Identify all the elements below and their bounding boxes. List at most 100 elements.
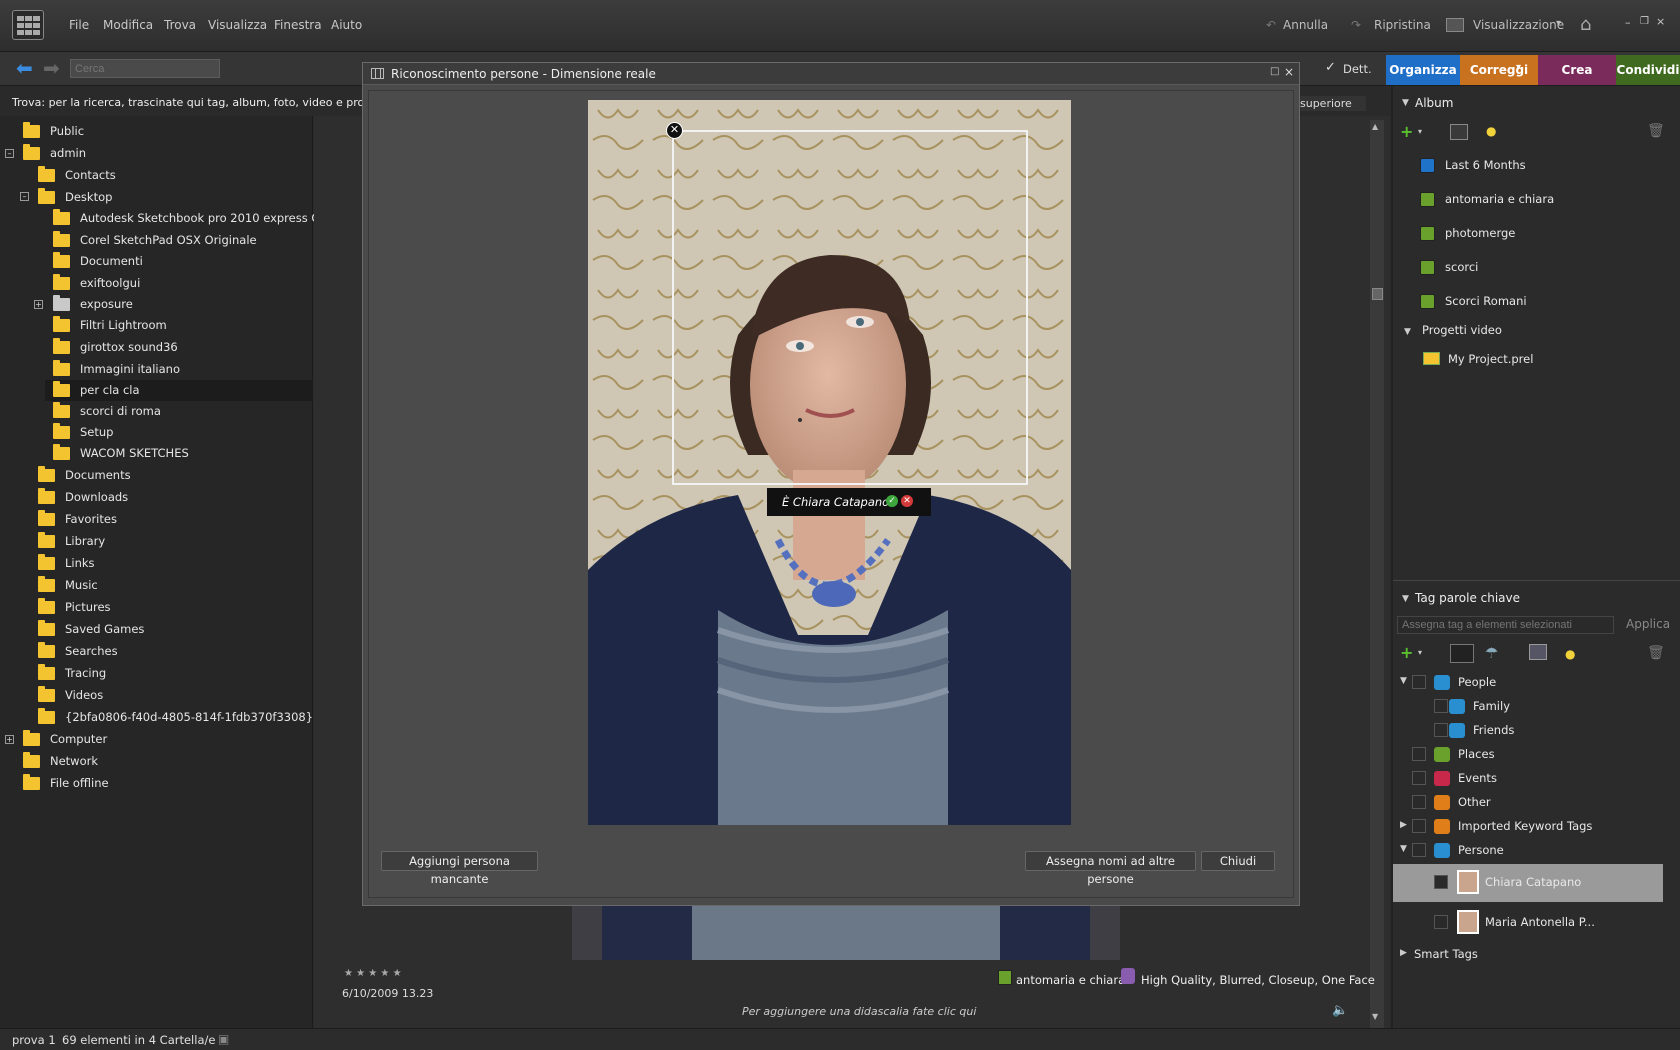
dialog-close-icon[interactable]: × xyxy=(1284,65,1294,79)
tree-item[interactable]: scorci di roma xyxy=(53,401,161,421)
scroll-down-icon[interactable]: ▼ xyxy=(1372,1012,1378,1021)
delete-tag-icon[interactable]: 🗑 xyxy=(1647,645,1665,661)
tab-correggi[interactable]: Correggi xyxy=(1460,55,1538,85)
tree-item[interactable]: Pictures xyxy=(38,597,111,617)
album-item[interactable]: antomaria e chiara xyxy=(1420,188,1554,210)
tag-checkbox[interactable] xyxy=(1412,843,1426,857)
tag-item[interactable]: Other xyxy=(1434,791,1491,813)
tree-item[interactable]: Videos xyxy=(38,685,103,705)
confirm-check-icon[interactable]: ✓ xyxy=(886,495,898,507)
photo-tags[interactable]: High Quality, Blurred, Closeup, One Face xyxy=(1141,973,1375,987)
tag-checkbox[interactable] xyxy=(1434,915,1448,929)
view-dropdown-icon[interactable]: ▾ xyxy=(1556,18,1561,29)
video-group-expand-icon[interactable]: ▼ xyxy=(1404,327,1411,337)
tag-checkbox[interactable] xyxy=(1412,771,1426,785)
tag-checkbox[interactable] xyxy=(1434,723,1448,737)
umbrella-icon[interactable]: ☂ xyxy=(1485,644,1498,662)
tag-expander-icon[interactable]: ▶ xyxy=(1400,948,1407,958)
delete-album-icon[interactable]: 🗑 xyxy=(1647,123,1665,139)
panel-divider[interactable] xyxy=(1393,580,1680,581)
app-grid-icon[interactable] xyxy=(12,10,44,40)
tag-checkbox[interactable] xyxy=(1434,875,1448,889)
tab-crea[interactable]: Crea xyxy=(1538,55,1616,85)
tree-item[interactable]: Public xyxy=(23,121,84,141)
caption-prompt[interactable]: Per aggiungere una didascalia fate clic … xyxy=(742,1005,976,1018)
undo-icon[interactable]: ↶ xyxy=(1266,18,1276,32)
apply-tag-button[interactable]: Applica xyxy=(1626,617,1670,631)
person-tag-icon[interactable] xyxy=(1529,644,1547,660)
tree-item[interactable]: Library xyxy=(38,531,105,551)
tree-item[interactable]: girottox sound36 xyxy=(53,337,178,357)
tag-photo-icon[interactable] xyxy=(1450,644,1474,663)
tree-item[interactable]: {2bfa0806-f40d-4805-814f-1fdb370f3308} xyxy=(38,707,313,727)
lightbulb-icon[interactable]: ● xyxy=(1486,124,1496,138)
menu-aiuto[interactable]: Aiuto xyxy=(331,18,362,32)
tag-item[interactable]: Persone xyxy=(1434,839,1504,861)
dialog-maximize-icon[interactable]: □ xyxy=(1270,66,1279,77)
tree-item[interactable]: Immagini italiano xyxy=(53,359,180,379)
tree-item[interactable]: Desktop xyxy=(38,187,112,207)
redo-icon[interactable]: ↷ xyxy=(1351,18,1361,32)
video-group-label[interactable]: Progetti video xyxy=(1422,319,1502,341)
tree-item[interactable]: Music xyxy=(38,575,98,595)
details-checkbox[interactable]: ✓ xyxy=(1325,60,1336,75)
menu-finestra[interactable]: Finestra xyxy=(274,18,322,32)
tree-item[interactable]: admin xyxy=(23,143,86,163)
search-input[interactable] xyxy=(70,59,220,78)
tag-checkbox[interactable] xyxy=(1412,819,1426,833)
tree-item[interactable]: per cla cla xyxy=(53,380,140,400)
tag-item[interactable]: Chiara Catapano xyxy=(1457,870,1581,894)
tag-expander-icon[interactable]: ▼ xyxy=(1400,844,1407,854)
tree-item[interactable]: exposure xyxy=(53,294,133,314)
minimize-icon[interactable]: – xyxy=(1625,16,1631,29)
correggi-dropdown-icon[interactable]: ▾ xyxy=(1516,62,1521,73)
audio-icon[interactable]: 🔈 xyxy=(1332,1003,1348,1018)
tree-item[interactable]: File offline xyxy=(23,773,109,793)
tree-item[interactable]: exiftoolgui xyxy=(53,273,140,293)
assign-names-button[interactable]: Assegna nomi ad altre persone xyxy=(1025,851,1196,886)
undo-button[interactable]: Annulla xyxy=(1283,18,1328,32)
menu-trova[interactable]: Trova xyxy=(164,18,196,32)
photo-date[interactable]: 6/10/2009 13.23 xyxy=(342,987,433,1000)
tree-item[interactable]: Documenti xyxy=(53,251,143,271)
tree-item[interactable]: Computer xyxy=(23,729,107,749)
tree-expander-icon[interactable]: – xyxy=(5,149,14,158)
video-project-item[interactable]: My Project.prel xyxy=(1448,348,1533,370)
tree-expander-icon[interactable]: + xyxy=(34,300,43,309)
reject-x-icon[interactable]: ✕ xyxy=(901,495,913,507)
album-item[interactable]: photomerge xyxy=(1420,222,1515,244)
tree-item[interactable]: Setup xyxy=(53,422,113,442)
album-item[interactable]: Scorci Romani xyxy=(1420,290,1527,312)
tag-item[interactable]: Smart Tags xyxy=(1414,943,1478,965)
tree-item[interactable]: Favorites xyxy=(38,509,117,529)
tree-expander-icon[interactable]: – xyxy=(20,192,29,201)
add-tag-icon[interactable]: + xyxy=(1400,643,1413,662)
restore-icon[interactable]: ❐ xyxy=(1640,16,1649,27)
remove-face-icon[interactable]: ✕ xyxy=(666,122,683,139)
add-album-dropdown-icon[interactable]: ▾ xyxy=(1418,127,1422,136)
status-lock-icon[interactable]: ▣ xyxy=(218,1032,229,1046)
rating-stars[interactable]: ★ ★ ★ ★ ★ xyxy=(344,968,402,979)
tree-item[interactable]: Network xyxy=(23,751,98,771)
tab-condividi[interactable]: Condividi xyxy=(1616,55,1680,85)
close-window-icon[interactable]: × xyxy=(1656,15,1665,28)
album-item[interactable]: scorci xyxy=(1420,256,1478,278)
redo-button[interactable]: Ripristina xyxy=(1374,18,1431,32)
tree-item[interactable]: Downloads xyxy=(38,487,128,507)
tree-item[interactable]: Tracing xyxy=(38,663,106,683)
tag-item[interactable]: Maria Antonella P... xyxy=(1457,910,1595,934)
tree-item[interactable]: Filtri Lightroom xyxy=(53,315,167,335)
menu-file[interactable]: File xyxy=(69,18,89,32)
menu-modifica[interactable]: Modifica xyxy=(103,18,153,32)
add-missing-person-button[interactable]: Aggiungi persona mancante xyxy=(381,851,538,886)
tag-item[interactable]: People xyxy=(1434,671,1496,693)
tab-organizza[interactable]: Organizza xyxy=(1386,55,1460,85)
tree-expander-icon[interactable]: + xyxy=(5,735,14,744)
face-detection-box[interactable] xyxy=(672,130,1028,485)
sort-dropdown[interactable]: superiore xyxy=(1296,96,1366,111)
assign-tag-input[interactable] xyxy=(1397,616,1614,634)
scroll-up-icon[interactable]: ▲ xyxy=(1372,122,1378,131)
view-menu-button[interactable]: Visualizzazione xyxy=(1473,18,1564,32)
edit-album-icon[interactable] xyxy=(1450,124,1468,140)
tag-checkbox[interactable] xyxy=(1412,675,1426,689)
